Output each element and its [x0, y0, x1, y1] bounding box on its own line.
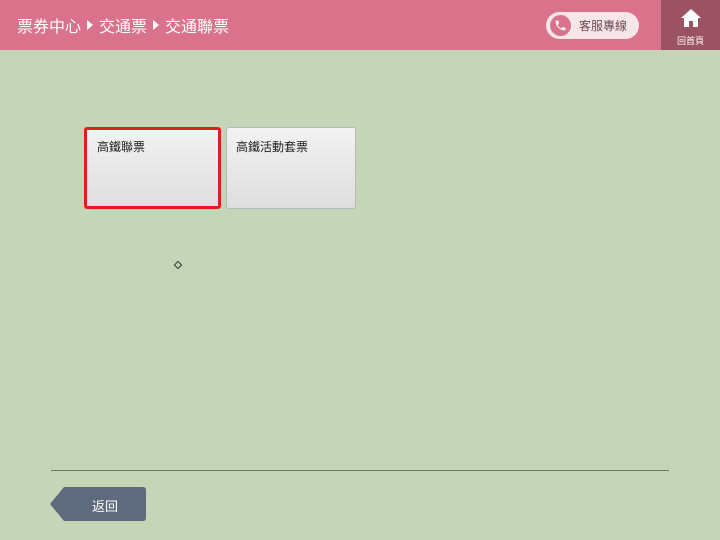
breadcrumb-separator-icon — [87, 20, 94, 30]
tile-label: 高鐵聯票 — [97, 140, 146, 154]
back-button[interactable]: 返回 — [50, 487, 146, 521]
header-bar: 票券中心 交通票 交通聯票 客服專線 回首頁 — [0, 0, 720, 50]
customer-service-label: 客服專線 — [579, 19, 628, 33]
back-label: 返回 — [92, 500, 119, 515]
tile-hsr-pass[interactable]: 高鐵聯票 — [84, 127, 221, 209]
breadcrumb-separator-icon — [153, 20, 160, 30]
phone-icon — [550, 15, 571, 36]
home-label: 回首頁 — [676, 37, 704, 47]
breadcrumb-item-ticket-center[interactable]: 票券中心 — [17, 13, 81, 37]
tile-hsr-event-package[interactable]: 高鐵活動套票 — [226, 127, 356, 209]
cursor-marker-icon — [173, 260, 183, 270]
breadcrumb-item-transport-pass: 交通聯票 — [165, 17, 230, 36]
breadcrumb-item-transport-ticket[interactable]: 交通票 — [99, 13, 147, 37]
home-icon — [680, 8, 702, 32]
footer-divider — [51, 470, 669, 471]
tile-label: 高鐵活動套票 — [236, 140, 309, 154]
home-button[interactable]: 回首頁 — [661, 0, 720, 50]
breadcrumb: 票券中心 交通票 交通聯票 — [17, 0, 229, 50]
customer-service-button[interactable]: 客服專線 — [546, 12, 639, 39]
